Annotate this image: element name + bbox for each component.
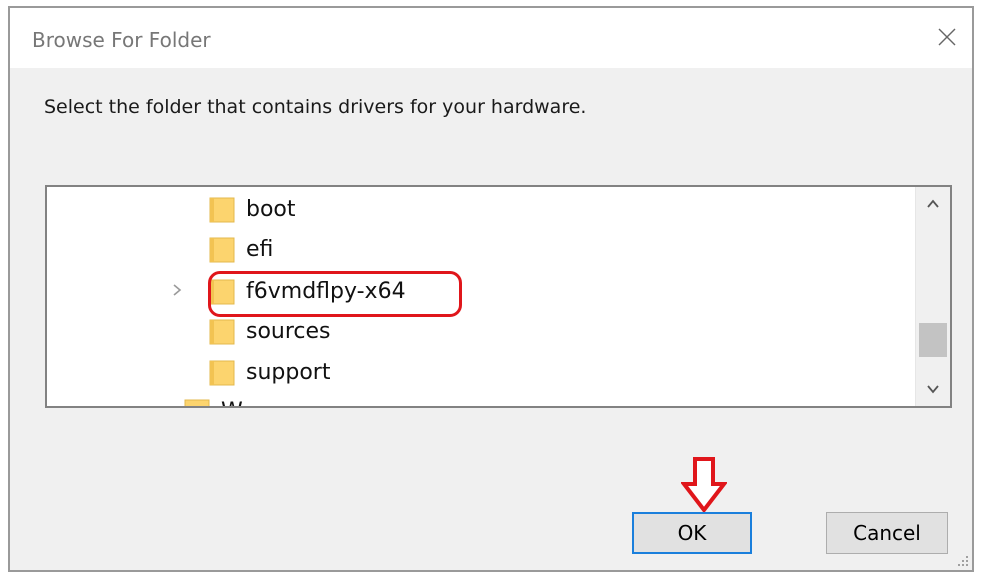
arrow-down-icon: [679, 457, 729, 514]
scroll-thumb[interactable]: [919, 323, 947, 357]
tree-item-label: W: [221, 399, 243, 407]
chevron-down-icon: [927, 385, 939, 394]
tree-item-partial[interactable]: W: [169, 393, 243, 407]
tree-item-f6vmdflpy-x64[interactable]: f6vmdflpy-x64: [208, 273, 406, 309]
browse-for-folder-dialog: Browse For Folder Select the folder that…: [8, 6, 974, 572]
tree-item-label: support: [246, 359, 331, 385]
tree-item-label: efi: [246, 236, 274, 262]
expand-arrow[interactable]: [172, 281, 186, 299]
chevron-right-icon: [173, 284, 182, 296]
scroll-down-button[interactable]: [916, 374, 950, 404]
down-arrow-annotation: [679, 456, 729, 518]
folder-tree[interactable]: boot efi f6vmdflpy-x64 sources support: [45, 185, 952, 408]
close-button[interactable]: [930, 22, 964, 52]
scroll-up-button[interactable]: [916, 189, 950, 219]
vertical-scrollbar[interactable]: [915, 187, 950, 406]
folder-icon: [208, 317, 236, 345]
tree-item-label: sources: [246, 318, 331, 344]
tree-item-support[interactable]: support: [208, 354, 330, 390]
ok-button[interactable]: OK: [632, 512, 752, 554]
folder-icon: [183, 397, 211, 406]
tree-item-boot[interactable]: boot: [208, 191, 296, 227]
tree-item-efi[interactable]: efi: [208, 231, 273, 267]
tree-item-sources[interactable]: sources: [208, 313, 331, 349]
resize-grip-icon[interactable]: [957, 555, 969, 567]
tree-item-label: f6vmdflpy-x64: [246, 278, 406, 304]
title-bar: Browse For Folder: [10, 8, 972, 68]
folder-icon: [208, 235, 236, 263]
tree-item-label: boot: [246, 196, 296, 222]
instruction-text: Select the folder that contains drivers …: [44, 96, 587, 118]
chevron-up-icon: [927, 199, 939, 208]
folder-icon: [208, 358, 236, 386]
close-icon: [938, 28, 956, 46]
folder-icon: [208, 277, 236, 305]
dialog-title: Browse For Folder: [32, 28, 211, 52]
folder-icon: [208, 195, 236, 223]
cancel-button[interactable]: Cancel: [826, 512, 948, 554]
